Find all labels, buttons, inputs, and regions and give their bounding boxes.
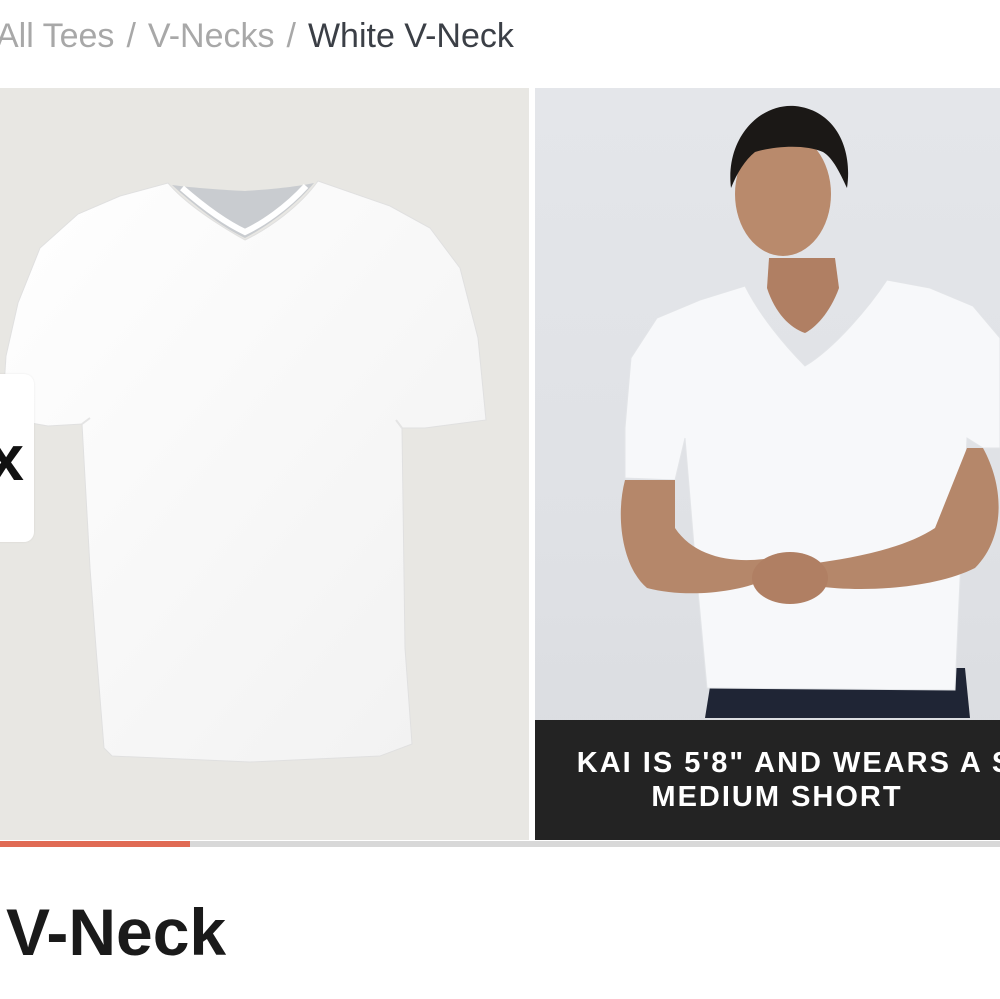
v-neck-tshirt-product-image <box>1 180 487 763</box>
product-image-gallery[interactable]: KAI IS 5'8" AND WEARS A S MEDIUM SHORT x <box>0 88 1000 840</box>
breadcrumb-all-tees[interactable]: All Tees <box>0 17 114 56</box>
breadcrumb-separator: / <box>126 16 136 55</box>
breadcrumb: All Tees / V-Necks / White V-Neck <box>0 14 514 58</box>
gallery-progress-bar <box>0 841 1000 847</box>
breadcrumb-separator: / <box>286 16 296 55</box>
breadcrumb-current: White V-Neck <box>307 16 514 55</box>
product-title: V-Neck <box>6 895 227 969</box>
caption-line-2: MEDIUM SHORT <box>651 781 903 813</box>
gallery-progress-fill <box>0 841 190 847</box>
gallery-prev-button[interactable]: x <box>0 374 34 542</box>
gallery-slide-product[interactable] <box>0 88 529 840</box>
caption-line-1: KAI IS 5'8" AND WEARS A S <box>576 747 1000 779</box>
breadcrumb-v-necks[interactable]: V-Necks <box>148 17 275 56</box>
model-size-caption: KAI IS 5'8" AND WEARS A S MEDIUM SHORT <box>535 720 1000 840</box>
close-icon: x <box>0 422 24 494</box>
